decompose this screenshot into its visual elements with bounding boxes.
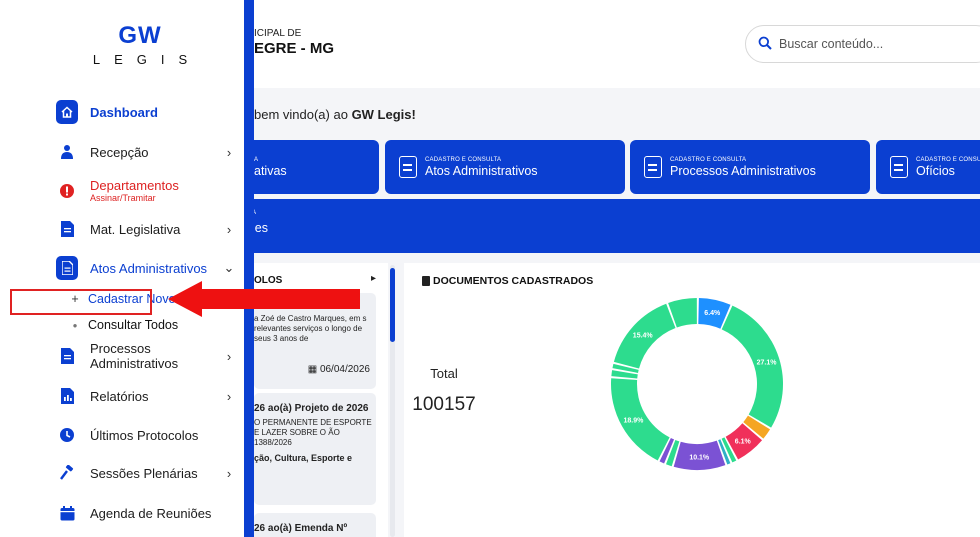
sidebar-item-agenda-reunioes[interactable]: Agenda de Reuniões: [56, 502, 236, 524]
document-icon: [56, 345, 78, 367]
total-label: Total: [430, 366, 458, 381]
card-small: CADASTRO E CONSULTA: [425, 156, 502, 163]
arrow-right-icon[interactable]: ▸: [371, 273, 376, 284]
sidebar-item-sessoes-plenarias[interactable]: Sessões Plenárias ›: [56, 462, 236, 484]
sidebar-item-ultimos-protocolos[interactable]: Últimos Protocolos: [56, 424, 236, 446]
sidebar-item-label: Recepção: [90, 144, 149, 160]
card-small: CADASTRO E CONSULTA: [670, 156, 747, 163]
logo-brand: GW: [118, 22, 162, 49]
annotation-arrow: [168, 281, 360, 317]
protocol-extra: ção, Cultura, Esporte e: [254, 453, 353, 463]
band-big: ies: [252, 221, 268, 235]
sidebar-item-sublabel: Assinar/Tramitar: [90, 193, 156, 203]
sidebar-item-label: Processos Administrativos: [90, 341, 179, 371]
document-icon: [56, 218, 78, 240]
card-legislativas[interactable]: A ativas: [240, 140, 379, 194]
logo-product: LEGIS: [92, 52, 202, 67]
card-text: A ativas: [254, 156, 287, 179]
sidebar-item-recepcao[interactable]: Recepção ›: [56, 141, 236, 163]
sidebar-item-label: Agenda de Reuniões: [90, 505, 212, 521]
card-small: CADASTRO E CONSULTA: [916, 156, 980, 163]
sidebar-item-departamentos[interactable]: Departamentos Assinar/Tramitar: [56, 178, 236, 203]
card-small: A: [254, 156, 259, 163]
search-input[interactable]: Buscar conteúdo...: [745, 25, 980, 63]
card-big: Ofícios: [916, 163, 955, 178]
header: ICIPAL DE EGRE - MG Buscar conteúdo...: [254, 0, 980, 88]
documents-header: DOCUMENTOS CADASTRADOS: [422, 275, 593, 287]
card-big: ativas: [254, 163, 287, 178]
chevron-right-icon: ›: [226, 221, 232, 237]
document-icon: [56, 256, 78, 280]
bullet-icon: ●: [72, 320, 78, 330]
sidebar-item-processos-administrativos[interactable]: Processos Administrativos ›: [56, 341, 236, 371]
users-icon: [56, 141, 78, 163]
card-text: CADASTRO E CONSULTA Processos Administra…: [670, 156, 816, 179]
document-icon: [399, 156, 417, 178]
search-placeholder: Buscar conteúdo...: [779, 37, 884, 51]
chevron-down-icon: ⌄: [223, 260, 235, 275]
alert-icon: [56, 180, 78, 202]
sidebar-item-label: Sessões Plenárias: [90, 465, 198, 481]
protocol-text: a Zoé de Castro Marques, em s relevantes…: [254, 314, 367, 343]
welcome-prefix: bem vindo(a) ao: [254, 107, 352, 122]
card-atos-administrativos[interactable]: CADASTRO E CONSULTA Atos Administrativos: [385, 140, 625, 194]
sidebar-item-label-group: Departamentos Assinar/Tramitar: [90, 178, 236, 203]
sidebar-item-label: Atos Administrativos: [90, 260, 208, 276]
sidebar-item-label: Relatórios: [90, 388, 149, 404]
band-card[interactable]: A ies: [252, 199, 980, 253]
protocol-date-group: ▦ 06/04/2026: [308, 365, 370, 375]
sidebar-item-dashboard[interactable]: Dashboard: [56, 100, 236, 124]
protocol-date: 06/04/2026: [319, 364, 370, 375]
sidebar-item-label: Departamentos: [90, 178, 179, 193]
sidebar: GW LEGIS Dashboard Recepção › Departamen…: [0, 0, 244, 537]
sidebar-item-label: Dashboard: [90, 104, 158, 120]
calendar-icon: [56, 502, 78, 524]
subitem-consultar-todos[interactable]: ● Consultar Todos: [68, 318, 179, 332]
gavel-icon: [56, 462, 78, 484]
document-icon: [890, 156, 908, 178]
documents-title: DOCUMENTOS CADASTRADOS: [433, 275, 594, 287]
scrollbar-thumb[interactable]: [390, 268, 395, 342]
chevron-right-icon: ›: [226, 144, 232, 160]
card-text: CADASTRO E CONSULTA Atos Administrativos: [425, 156, 538, 179]
card-big: Processos Administrativos: [670, 163, 816, 178]
sidebar-item-mat-legislativa[interactable]: Mat. Legislativa ›: [56, 218, 236, 240]
sidebar-edge: [244, 0, 254, 537]
clock-icon: [56, 424, 78, 446]
highlight-box: [10, 289, 152, 315]
chevron-right-icon: ›: [226, 465, 232, 481]
protocol-title: 26 ao(à) Projeto de 2026: [254, 403, 369, 414]
card-big: Atos Administrativos: [425, 163, 538, 178]
card-oficios[interactable]: CADASTRO E CONSULTA Ofícios: [876, 140, 980, 194]
chevron-right-icon: ›: [226, 348, 232, 364]
protocol-card[interactable]: 26 ao(à) Emenda Nº: [254, 513, 376, 537]
total-value: 100157: [412, 394, 476, 415]
protocol-text: O PERMANENTE DE ESPORTE E LAZER SOBRE O …: [254, 418, 372, 447]
sidebar-item-relatorios[interactable]: Relatórios ›: [56, 385, 236, 407]
home-icon: [56, 100, 78, 124]
protocol-card[interactable]: 26 ao(à) Projeto de 2026 O PERMANENTE DE…: [254, 393, 376, 505]
card-processos-administrativos[interactable]: CADASTRO E CONSULTA Processos Administra…: [630, 140, 870, 194]
document-icon: [644, 156, 662, 178]
report-icon: [56, 385, 78, 407]
sidebar-item-atos-administrativos[interactable]: Atos Administrativos ⌄: [56, 256, 236, 280]
subitem-label: Consultar Todos: [88, 318, 179, 332]
search-icon: [758, 36, 772, 53]
protocol-title: 26 ao(à) Emenda Nº: [254, 523, 348, 534]
card-text: CADASTRO E CONSULTA Ofícios: [916, 156, 980, 179]
welcome-brand: GW Legis!: [351, 107, 416, 122]
welcome-message: bem vindo(a) ao GW Legis!: [254, 107, 416, 122]
calendar-icon: ▦: [307, 364, 318, 375]
chevron-right-icon: ›: [226, 388, 232, 404]
sidebar-item-label: Mat. Legislativa: [90, 221, 181, 237]
document-icon: [422, 276, 430, 286]
main-content: ICIPAL DE EGRE - MG Buscar conteúdo... b…: [240, 0, 980, 537]
sidebar-item-label: Últimos Protocolos: [90, 427, 199, 443]
